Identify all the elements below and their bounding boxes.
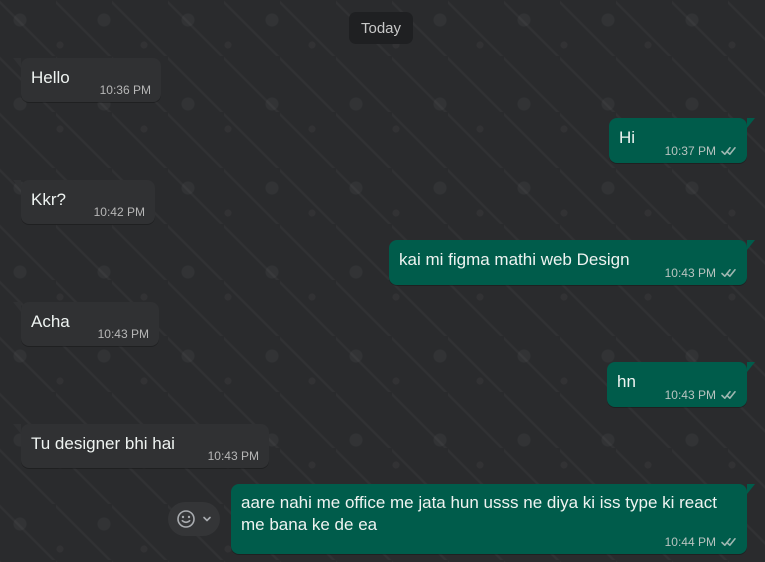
message-text: Hello bbox=[31, 68, 70, 87]
double-check-icon bbox=[721, 537, 737, 547]
message-time: 10:43 PM bbox=[207, 449, 259, 463]
message-time: 10:43 PM bbox=[97, 327, 149, 341]
double-check-icon bbox=[721, 146, 737, 156]
message-time: 10:43 PM bbox=[664, 266, 716, 280]
double-check-icon bbox=[721, 390, 737, 400]
message-time: 10:42 PM bbox=[93, 205, 145, 219]
message-bubble-incoming[interactable]: Hello 10:36 PM bbox=[13, 58, 161, 102]
message-meta: 10:42 PM bbox=[94, 206, 145, 218]
message-bubble-outgoing[interactable]: hn 10:43 PM bbox=[607, 362, 755, 407]
message-reaction-button[interactable] bbox=[168, 502, 220, 536]
message-text: hn bbox=[617, 372, 636, 391]
chevron-down-icon[interactable] bbox=[202, 514, 212, 524]
message-meta: 10:44 PM bbox=[665, 536, 737, 548]
message-meta: 10:37 PM bbox=[665, 145, 737, 157]
message-bubble-outgoing[interactable]: aare nahi me office me jata hun usss ne … bbox=[231, 484, 755, 554]
double-check-icon bbox=[721, 268, 737, 278]
smiley-icon[interactable] bbox=[176, 509, 196, 529]
message-meta: 10:43 PM bbox=[98, 328, 149, 340]
message-time: 10:44 PM bbox=[664, 535, 716, 549]
message-meta: 10:43 PM bbox=[208, 450, 259, 462]
message-bubble-incoming[interactable]: Tu designer bhi hai 10:43 PM bbox=[13, 424, 269, 468]
message-meta: 10:43 PM bbox=[665, 267, 737, 279]
message-bubble-outgoing[interactable]: kai mi figma mathi web Design 10:43 PM bbox=[389, 240, 755, 285]
message-meta: 10:36 PM bbox=[100, 84, 151, 96]
message-text: kai mi figma mathi web Design bbox=[399, 250, 630, 269]
message-time: 10:36 PM bbox=[99, 83, 151, 97]
message-text: Hi bbox=[619, 128, 636, 147]
date-separator-label: Today bbox=[361, 19, 402, 37]
message-text: Acha bbox=[31, 312, 70, 331]
message-text: aare nahi me office me jata hun usss ne … bbox=[241, 493, 717, 534]
message-text: Kkr? bbox=[31, 190, 66, 209]
message-bubble-incoming[interactable]: Kkr? 10:42 PM bbox=[13, 180, 155, 224]
message-text: Tu designer bhi hai bbox=[31, 434, 175, 453]
date-separator: Today bbox=[349, 12, 414, 44]
message-meta: 10:43 PM bbox=[665, 389, 737, 401]
message-time: 10:37 PM bbox=[664, 144, 716, 158]
message-time: 10:43 PM bbox=[664, 388, 716, 402]
message-bubble-incoming[interactable]: Acha 10:43 PM bbox=[13, 302, 159, 346]
message-bubble-outgoing[interactable]: Hi 10:37 PM bbox=[609, 118, 755, 163]
